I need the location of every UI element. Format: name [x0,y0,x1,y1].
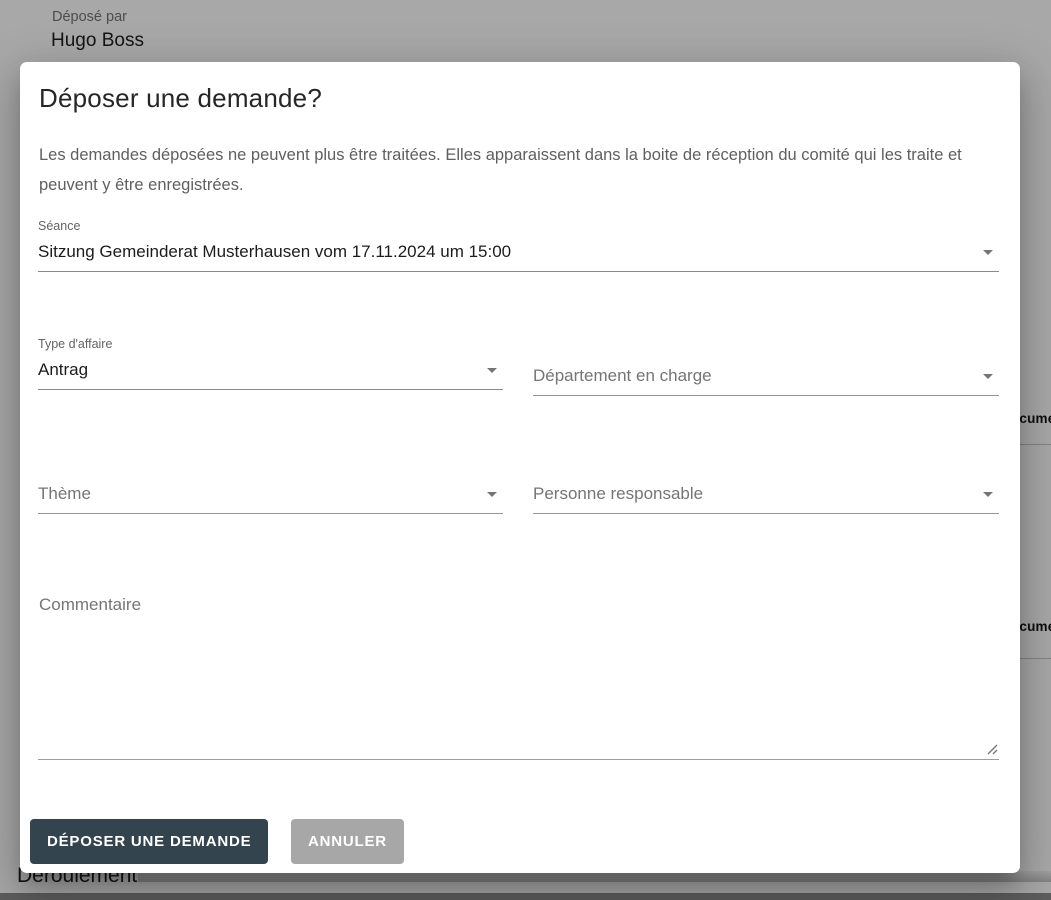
type-affaire-select[interactable]: Antrag [38,358,503,390]
chevron-down-icon [983,374,993,379]
chevron-down-icon [487,492,497,497]
seance-field: Séance Sitzung Gemeinderat Musterhausen … [38,219,999,272]
dialog-title: Déposer une demande? [39,83,322,114]
personne-responsable-field: Personne responsable [533,476,999,514]
resize-handle-icon[interactable] [985,742,998,755]
chevron-down-icon [983,492,993,497]
submit-request-button[interactable]: DÉPOSER UNE DEMANDE [30,819,268,864]
type-affaire-value: Antrag [38,360,88,379]
theme-field: Thème [38,476,503,514]
theme-select[interactable]: Thème [38,482,503,514]
chevron-down-icon [487,368,497,373]
departement-field: Département en charge [533,358,999,396]
seance-select[interactable]: Sitzung Gemeinderat Musterhausen vom 17.… [38,240,999,272]
personne-responsable-select[interactable]: Personne responsable [533,482,999,514]
submit-request-dialog: Déposer une demande? Les demandes déposé… [20,62,1020,873]
cancel-button[interactable]: ANNULER [291,819,404,864]
seance-value: Sitzung Gemeinderat Musterhausen vom 17.… [38,242,511,261]
type-affaire-field: Type d'affaire Antrag [38,337,503,390]
seance-label: Séance [38,219,999,234]
departement-placeholder: Département en charge [533,366,712,385]
departement-select[interactable]: Département en charge [533,364,999,396]
commentaire-field [38,593,999,760]
personne-responsable-placeholder: Personne responsable [533,484,703,503]
type-affaire-label: Type d'affaire [38,337,503,352]
chevron-down-icon [983,250,993,255]
theme-placeholder: Thème [38,484,91,503]
dialog-description: Les demandes déposées ne peuvent plus êt… [39,140,989,200]
commentaire-textarea[interactable] [38,593,999,759]
